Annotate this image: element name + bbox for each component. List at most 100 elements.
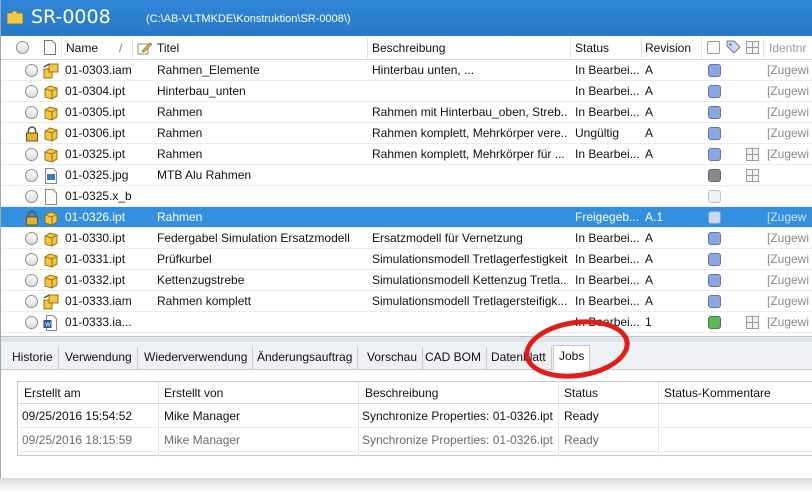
row-select-radio[interactable] [25,169,38,182]
file-titel: Rahmen [157,210,203,224]
row-select-radio[interactable] [25,190,38,203]
file-row[interactable]: 01-0305.ipt Rahmen Rahmen mit Hinterbau_ob… [1,102,812,123]
tab-historie[interactable]: Historie [7,347,59,369]
job-status: Ready [564,409,599,423]
file-row[interactable]: 01-0325.ipt Rahmen Rahmen komplett, Mehrkö… [1,144,812,165]
file-identnr: [Zugewi [767,105,810,119]
file-name: 01-0303.iam [65,63,131,77]
file-revision: 1 [645,315,652,329]
file-row[interactable]: 01-0330.ipt Federgabel Simulation Ersatzm… [1,228,812,249]
folder-path: (C:\AB-VLTMKDE\Konstruktion\SR-0008\) [146,13,351,25]
file-name: 01-0331.ipt [65,252,126,266]
file-row[interactable]: 01-0326.ipt Rahmen Freigegeb... A.1 [Zugew [1,207,812,228]
jobs-row[interactable]: 09/25/2016 18:15:59 Mike Manager Synchro… [18,428,812,452]
file-beschreibung: Rahmen mit Hinterbau_oben, Streb... [372,105,568,119]
column-identnr[interactable]: Identnr [769,41,806,55]
file-name: 01-0325.x_b [65,189,131,203]
jobs-row[interactable]: 09/25/2016 15:54:52 Mike Manager Synchro… [18,404,812,428]
job-description: Synchronize Properties: 01-0326.ipt [362,409,553,423]
file-row[interactable]: 01-0306.ipt Rahmen Rahmen komplett, Mehrkö… [1,123,812,144]
row-select-radio[interactable] [25,232,38,245]
file-revision: A.1 [645,210,664,224]
file-revision: A [645,105,654,119]
folder-icon [7,11,23,24]
file-name: 01-0330.ipt [65,231,126,245]
tab-aenderungsauftrag[interactable]: Änderungsauftrag [252,347,359,369]
file-revision: A [645,273,654,287]
file-status: In Bearbei... [575,252,639,266]
jobs-column-created-at[interactable]: Erstellt am [24,386,81,400]
file-revision: A [645,126,654,140]
file-status: In Bearbei... [575,273,639,287]
tab-verwendung[interactable]: Verwendung [60,347,138,369]
file-row[interactable]: 01-0333.iam Rahmen komplett Simulationsmod… [1,291,812,312]
edit-pencil-icon [137,42,152,55]
bom-column-icon[interactable] [746,41,759,54]
window-title: SR-0008 [31,6,111,28]
file-revision: A [645,252,654,266]
row-select-radio[interactable] [25,148,38,161]
bom-icon [746,316,759,329]
row-select-radio[interactable] [25,106,38,119]
column-beschreibung[interactable]: Beschreibung [372,41,445,55]
file-titel: Prüfkurbel [157,252,212,266]
file-beschreibung: Rahmen komplett, Mehrkörper für ... [372,147,565,161]
part-icon [43,84,59,100]
column-name[interactable]: Name [66,41,98,55]
tab-cad-bom[interactable]: CAD BOM [420,347,488,369]
file-name: 01-0333.ia... [65,315,131,329]
row-select-radio[interactable] [25,253,38,266]
job-description: Synchronize Properties: 01-0326.ipt [362,433,553,447]
file-row[interactable]: 01-0303.iam Rahmen_Elemente Hinterbau unte… [1,60,812,81]
file-name: 01-0326.ipt [65,210,126,224]
file-identnr: [Zugewi [767,147,810,161]
file-row[interactable]: W 01-0333.ia... In Bearbei... 1 [Zugewi [1,312,812,333]
row-select-radio[interactable] [25,85,38,98]
grid-header: Name / Titel Beschreibung Status Revisio… [1,36,812,60]
file-identnr: [Zugewi [767,126,810,140]
file-titel: Rahmen [157,147,203,161]
jobs-column-comment[interactable]: Status-Kommentare [664,386,771,400]
column-titel[interactable]: Titel [157,41,179,55]
jobs-column-created-by[interactable]: Erstellt von [164,386,223,400]
file-revision: A [645,63,654,77]
column-revision[interactable]: Revision [645,41,691,55]
file-identnr: [Zugew [767,210,807,224]
file-row[interactable]: 01-0325.jpg MTB Alu Rahmen [1,165,812,186]
row-select-radio[interactable] [25,316,38,329]
row-select-radio[interactable] [25,64,38,77]
bom-icon [746,169,759,182]
file-row[interactable]: 01-0331.ipt Prüfkurbel Simulationsmodell T… [1,249,812,270]
file-beschreibung: Simulationsmodell Tretlagersteifigk... [372,294,568,308]
file-status: In Bearbei... [575,63,639,77]
file-identnr: [Zugewi [767,315,810,329]
file-type-header-icon[interactable] [44,40,56,55]
file-row[interactable]: 01-0325.x_b [1,186,812,207]
lifecycle-state-icon [708,64,721,77]
select-all-radio[interactable] [16,41,29,54]
file-titel: Rahmen_Elemente [157,63,260,77]
file-row[interactable]: 01-0304.ipt Hinterbau_unten In Bearbei... A… [1,81,812,102]
row-select-radio[interactable] [25,295,38,308]
file-identnr: [Zugewi [767,273,810,287]
file-beschreibung: Rahmen komplett, Mehrkörper vere... [372,126,568,140]
tag-icon[interactable] [726,40,741,55]
row-select-radio[interactable] [25,274,38,287]
column-status[interactable]: Status [575,41,609,55]
file-identnr: [Zugewi [767,252,810,266]
jobs-column-description[interactable]: Beschreibung [365,386,438,400]
file-titel: MTB Alu Rahmen [157,168,252,182]
title-bar: SR-0008 (C:\AB-VLTMKDE\Konstruktion\SR-0… [1,0,812,36]
lifecycle-state-icon [708,106,721,119]
file-beschreibung: Ersatzmodell für Vernetzung [372,231,523,245]
file-row[interactable]: 01-0332.ipt Kettenzugstrebe Simulationsmod… [1,270,812,291]
file-titel: Federgabel Simulation Ersatzmodell [157,231,350,245]
file-beschreibung: Simulationsmodell Tretlagerfestigkeit [372,252,568,266]
file-identnr: [Zugewi [767,294,810,308]
lifecycle-state-icon [708,295,721,308]
tab-vorschau[interactable]: Vorschau [362,347,424,369]
tab-wiederverwendung[interactable]: Wiederverwendung [139,347,254,369]
jobs-column-status[interactable]: Status [564,386,598,400]
state-column-icon[interactable] [707,41,720,54]
lifecycle-state-icon [708,190,721,203]
